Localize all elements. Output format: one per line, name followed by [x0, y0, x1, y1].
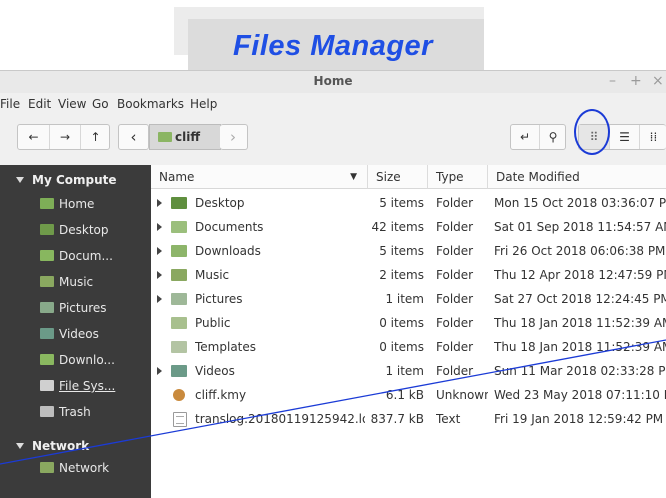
annotation-line-stroke	[0, 339, 666, 465]
annotation-line	[0, 339, 666, 465]
